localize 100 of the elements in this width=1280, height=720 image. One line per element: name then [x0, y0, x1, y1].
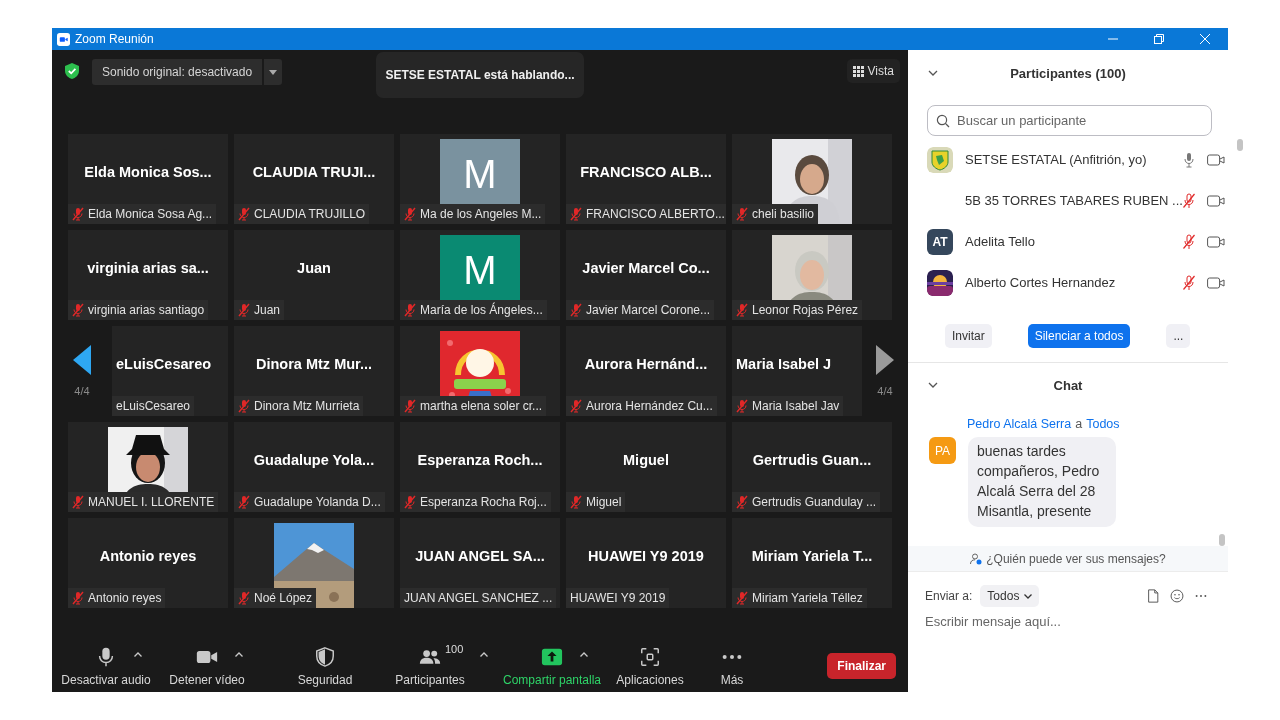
- send-to-label: Enviar a:: [925, 589, 973, 603]
- video-camera-icon[interactable]: [1206, 235, 1225, 248]
- speaking-banner: SETSE ESTATAL está hablando...: [376, 52, 584, 98]
- end-meeting-button[interactable]: Finalizar: [827, 653, 896, 679]
- caret-icon: [580, 652, 588, 657]
- participant-label: cheli basilio: [752, 207, 815, 221]
- original-sound-button[interactable]: Sonido original: desactivado: [92, 59, 263, 85]
- apps-icon[interactable]: [639, 645, 661, 668]
- chevron-icon[interactable]: [928, 382, 938, 388]
- grid-icon: [852, 65, 864, 77]
- shield-icon[interactable]: [314, 645, 336, 668]
- muted-mic-icon[interactable]: [1182, 233, 1195, 250]
- restore-icon: [1154, 34, 1164, 44]
- chevron-icon[interactable]: [928, 70, 938, 76]
- toolbar-label[interactable]: Seguridad: [297, 672, 353, 687]
- participant-name: Miguel: [622, 451, 670, 470]
- file-icon[interactable]: [1146, 589, 1160, 603]
- muted-mic-icon: [238, 399, 250, 413]
- toolbar-label[interactable]: Participantes: [395, 672, 465, 687]
- muted-mic-icon: [72, 495, 84, 509]
- recipient-link[interactable]: Todos: [1086, 417, 1120, 431]
- page-indicator: 4/4: [877, 385, 893, 397]
- participant-name[interactable]: Alberto Cortes Hernandez: [965, 275, 1183, 290]
- panel-button[interactable]: ...: [1166, 324, 1191, 348]
- participant-label: Elda Monica Sosa Ag...: [88, 207, 213, 221]
- video-camera-icon[interactable]: [1206, 194, 1225, 207]
- participant-name: JUAN ANGEL SA...: [414, 547, 546, 566]
- scrollbar-thumb[interactable]: [1219, 534, 1225, 546]
- panel-button[interactable]: Invitar: [945, 324, 992, 348]
- panel-title: Chat: [1053, 377, 1083, 393]
- toolbar-label[interactable]: Más: [720, 672, 744, 687]
- video-camera-icon[interactable]: [1206, 153, 1225, 166]
- previous-page-arrow[interactable]: [73, 345, 91, 375]
- toolbar-label[interactable]: Aplicaciones: [616, 672, 684, 687]
- participant-label: eLuisCesareo: [116, 399, 191, 413]
- participant-label: Javier Marcel Corone...: [586, 303, 711, 317]
- muted-mic-icon: [72, 591, 84, 605]
- muted-mic-icon: [570, 207, 582, 221]
- participant-name: Esperanza Roch...: [416, 451, 544, 470]
- participant-label: Dinora Mtz Murrieta: [254, 399, 360, 413]
- participant-label: Maria Isabel Jav: [752, 399, 840, 413]
- participant-name: Javier Marcel Co...: [581, 259, 711, 278]
- participant-name[interactable]: Adelita Tello: [965, 234, 1183, 249]
- person-icon: [970, 552, 983, 565]
- caret-icon: [134, 652, 142, 657]
- view-button[interactable]: Vista: [846, 59, 900, 83]
- panel-title: Participantes (100): [1010, 65, 1126, 81]
- muted-mic-icon: [238, 495, 250, 509]
- participant-name: Aurora Hernánd...: [583, 355, 709, 374]
- participant-label: Aurora Hernández Cu...: [586, 399, 713, 413]
- participant-name: Dinora Mtz Mur...: [255, 355, 373, 374]
- search-input[interactable]: Buscar un participante: [955, 112, 1203, 129]
- participant-label: Guadalupe Yolanda D...: [254, 495, 381, 509]
- caret-icon: [235, 652, 243, 657]
- participant-label: Leonor Rojas Pérez: [752, 303, 859, 317]
- muted-mic-icon: [72, 303, 84, 317]
- muted-mic-icon[interactable]: [1182, 274, 1195, 291]
- participant-label: Esperanza Rocha Roj...: [420, 495, 547, 509]
- muted-mic-icon[interactable]: [1182, 192, 1195, 209]
- toolbar-label[interactable]: Detener vídeo: [169, 672, 245, 687]
- muted-mic-icon: [736, 399, 748, 413]
- recipient-dropdown[interactable]: Todos: [980, 585, 1040, 607]
- participant-label: Miriam Yariela Téllez: [752, 591, 863, 605]
- participant-label: MANUEL I. LLORENTE: [88, 495, 215, 509]
- muted-mic-icon: [72, 207, 84, 221]
- message-bubble: buenas tardes compañeros, Pedro Alcalá Serra del 28 Misantla, presente: [968, 437, 1116, 527]
- participant-label: Miguel: [586, 495, 622, 509]
- caret-icon: [480, 652, 488, 657]
- search-field[interactable]: Buscar un participante: [927, 105, 1212, 136]
- next-page-arrow[interactable]: [876, 345, 894, 375]
- camera-icon: [57, 32, 70, 46]
- participant-name: Antonio reyes: [98, 547, 198, 566]
- search-icon: [936, 113, 950, 128]
- dropdown-button[interactable]: [264, 59, 283, 85]
- video-camera-icon[interactable]: [1206, 276, 1225, 289]
- participant-label: HUAWEI Y9 2019: [570, 591, 666, 605]
- participant-name[interactable]: 5B 35 TORRES TABARES RUBEN ...: [965, 193, 1183, 208]
- scrollbar-thumb[interactable]: [1236, 139, 1243, 151]
- participant-label: virginia arias santiago: [88, 303, 205, 317]
- toolbar-label[interactable]: Compartir pantalla: [503, 672, 602, 687]
- toolbar-label[interactable]: Desactivar audio: [61, 672, 151, 687]
- participant-name: HUAWEI Y9 2019: [587, 547, 705, 566]
- participant-name: CLAUDIA TRUJI...: [251, 163, 377, 182]
- page-indicator: 4/4: [74, 385, 90, 397]
- panel-button[interactable]: Silenciar a todos: [1027, 324, 1131, 348]
- sender-link[interactable]: Pedro Alcalá Serra: [967, 417, 1072, 431]
- participant-name[interactable]: SETSE ESTATAL (Anfitrión, yo): [965, 152, 1183, 167]
- emoji-icon[interactable]: [1170, 589, 1184, 603]
- participant-name: Elda Monica Sos...: [83, 163, 213, 182]
- participant-label: CLAUDIA TRUJILLO: [254, 207, 366, 221]
- avatar: PA: [929, 437, 956, 464]
- muted-mic-icon: [570, 303, 582, 317]
- participant-label: Noé López: [254, 591, 313, 605]
- muted-mic-icon: [238, 207, 250, 221]
- muted-mic-icon: [736, 495, 748, 509]
- participant-name: Miriam Yariela T...: [750, 547, 874, 566]
- muted-mic-icon: [238, 303, 250, 317]
- participant-name: Maria Isabel J: [735, 355, 833, 374]
- muted-mic-icon: [404, 399, 416, 413]
- close-icon: [1200, 34, 1210, 44]
